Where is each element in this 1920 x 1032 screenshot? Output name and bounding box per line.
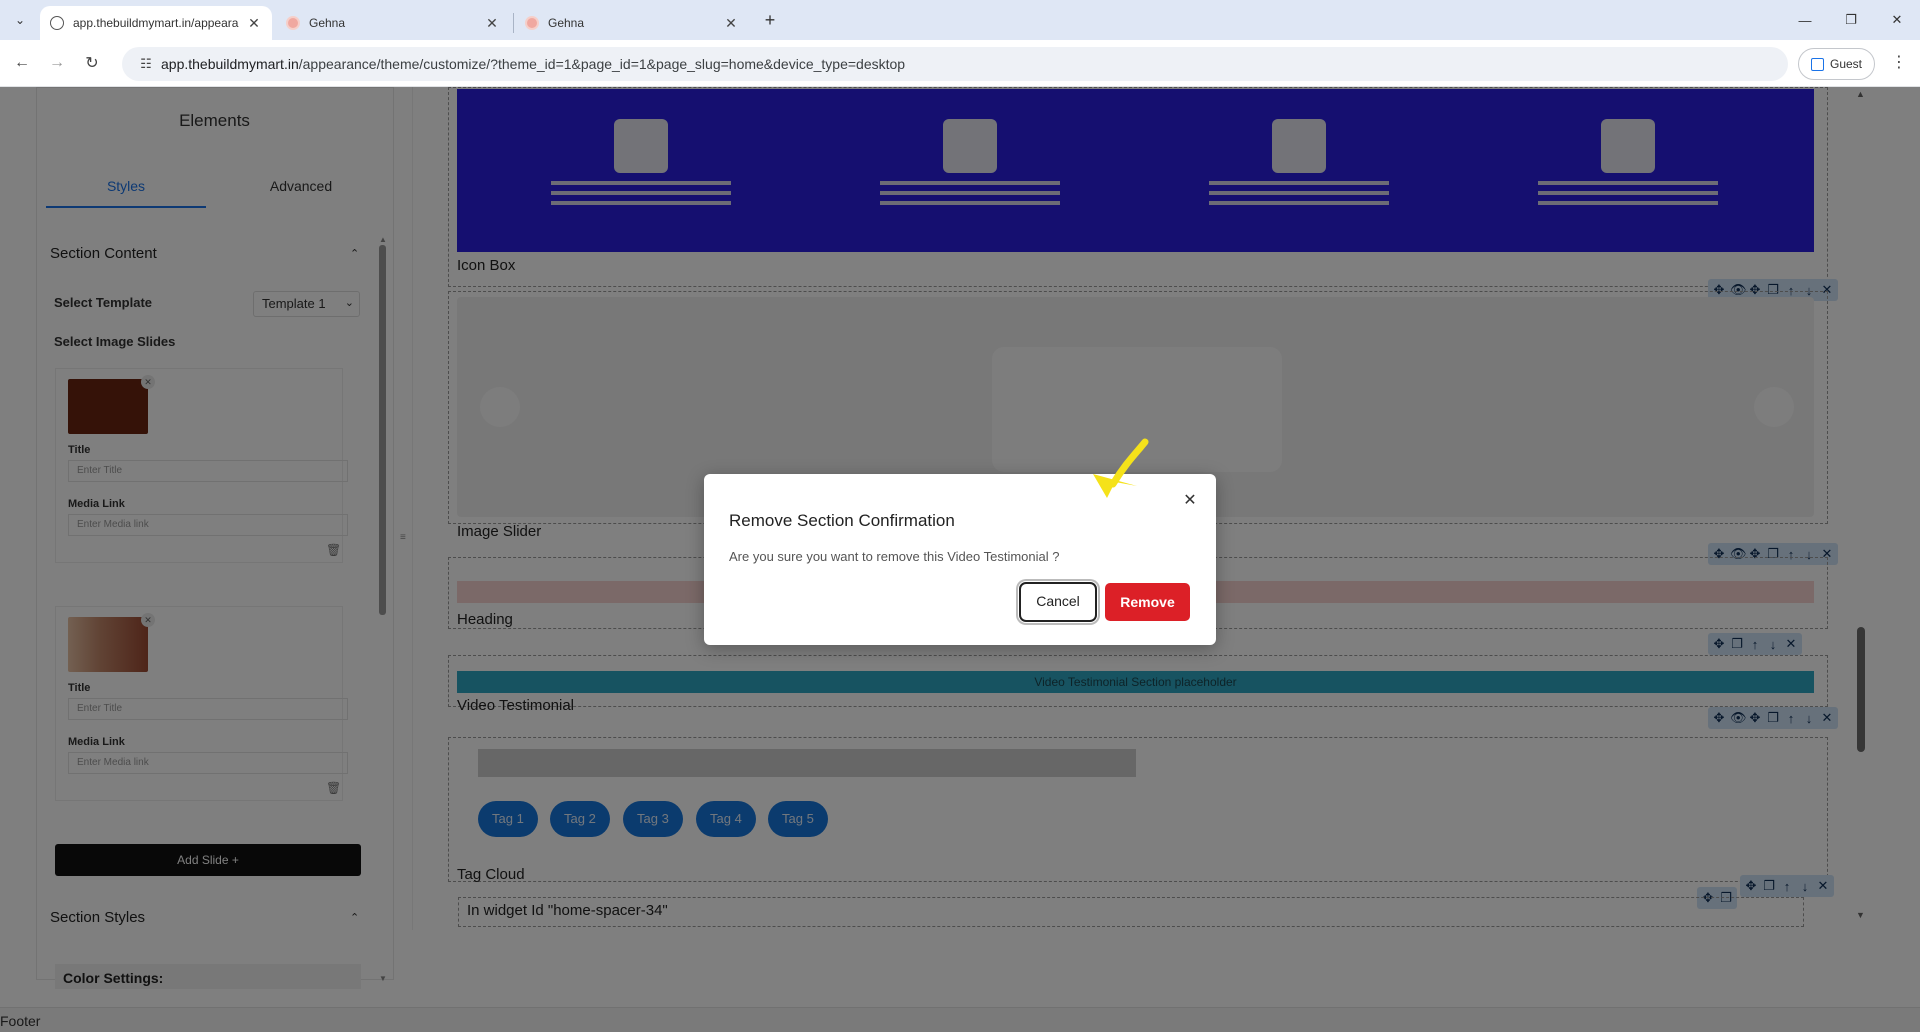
browser-menu-button[interactable]: ⋮ <box>1888 52 1910 76</box>
kebab-icon: ⋮ <box>1891 54 1907 71</box>
close-icon: ✕ <box>1891 12 1903 27</box>
globe-icon <box>50 16 64 30</box>
back-button[interactable]: ← <box>10 51 34 75</box>
reload-icon: ↻ <box>85 55 99 72</box>
close-icon[interactable]: ✕ <box>246 15 262 32</box>
tab-search-button[interactable]: ⌄ <box>8 8 32 32</box>
browser-tab-active[interactable]: app.thebuildmymart.in/appeara ✕ <box>40 6 272 40</box>
plus-icon: + <box>764 9 776 30</box>
restore-icon: ❐ <box>1845 12 1857 27</box>
close-icon[interactable]: ✕ <box>1180 491 1200 511</box>
dialog-message: Are you sure you want to remove this Vid… <box>729 549 1060 564</box>
profile-icon <box>1810 57 1824 71</box>
new-tab-button[interactable]: + <box>758 8 782 32</box>
arrow-left-icon: ← <box>14 54 30 71</box>
arrow-right-icon: → <box>49 54 65 71</box>
address-bar[interactable]: ☷ app.thebuildmymart.in/appearance/theme… <box>122 47 1788 81</box>
chevron-down-icon: ⌄ <box>14 13 26 27</box>
gehna-favicon-icon <box>286 16 300 30</box>
reload-button[interactable]: ↻ <box>80 51 104 75</box>
forward-button[interactable]: → <box>45 51 69 75</box>
close-window-button[interactable]: ✕ <box>1874 6 1920 34</box>
close-icon[interactable]: ✕ <box>723 15 739 32</box>
url-text: app.thebuildmymart.in/appearance/theme/c… <box>161 56 906 72</box>
tab-title: app.thebuildmymart.in/appeara <box>73 16 239 30</box>
tab-title: Gehna <box>548 16 585 30</box>
browser-toolbar: ← → ↻ ☷ app.thebuildmymart.in/appearance… <box>0 40 1920 87</box>
cancel-button[interactable]: Cancel <box>1019 582 1097 622</box>
gehna-favicon-icon <box>525 16 539 30</box>
browser-tab-strip: ⌄ app.thebuildmymart.in/appeara ✕ Gehna … <box>0 0 1920 40</box>
profile-button[interactable]: Guest <box>1798 48 1875 80</box>
browser-tab-gehna-2[interactable]: Gehna ✕ <box>515 6 749 40</box>
tab-separator <box>513 13 514 33</box>
tab-title: Gehna <box>309 16 346 30</box>
restore-button[interactable]: ❐ <box>1828 6 1874 34</box>
tune-icon[interactable]: ☷ <box>131 56 161 72</box>
browser-tab-gehna-1[interactable]: Gehna ✕ <box>276 6 510 40</box>
remove-button[interactable]: Remove <box>1105 583 1190 621</box>
dialog-title: Remove Section Confirmation <box>729 511 955 530</box>
minimize-icon: — <box>1798 12 1812 28</box>
minimize-button[interactable]: — <box>1782 6 1828 34</box>
cursor-highlight-icon <box>1093 438 1149 498</box>
profile-label: Guest <box>1829 57 1862 71</box>
close-icon[interactable]: ✕ <box>484 15 500 32</box>
